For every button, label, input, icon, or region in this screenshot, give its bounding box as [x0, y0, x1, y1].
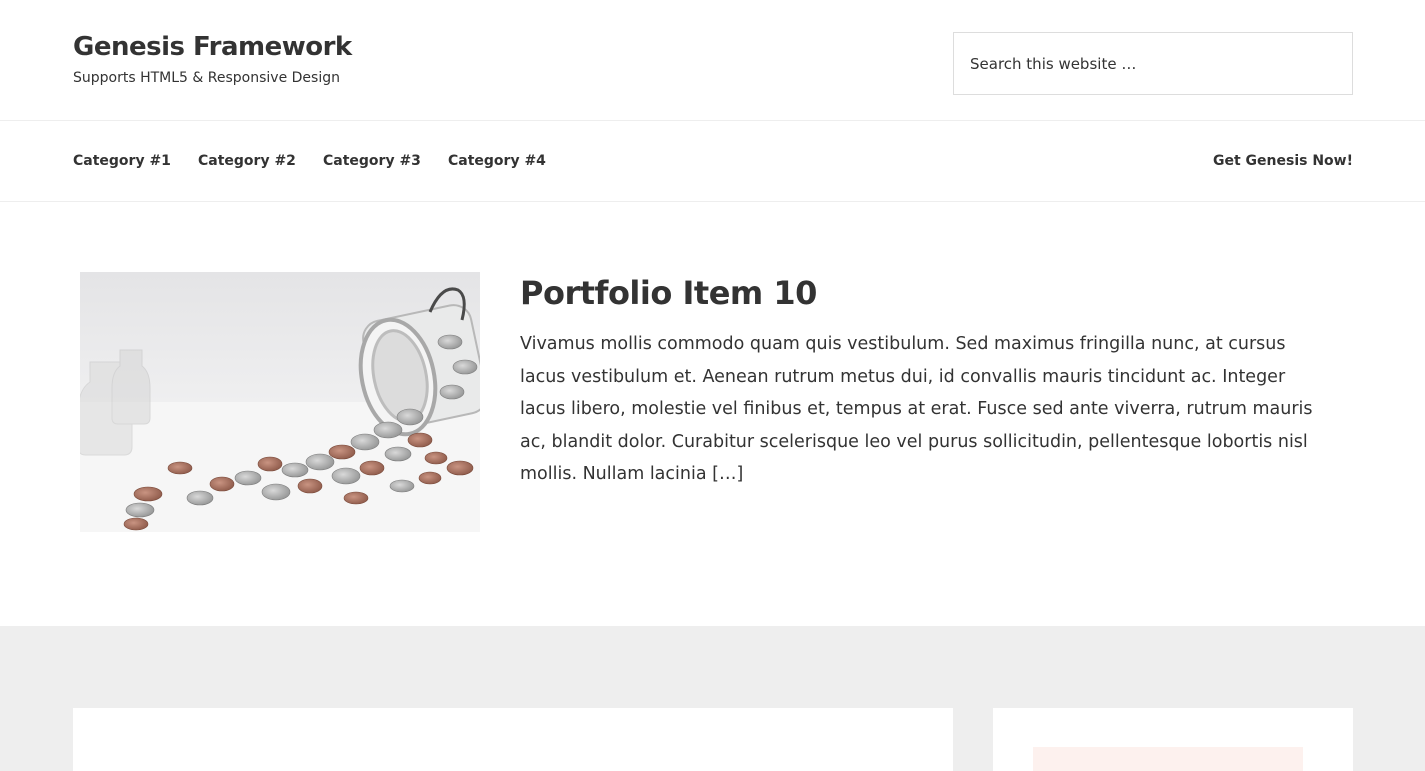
site-title[interactable]: Genesis Framework: [73, 32, 352, 62]
content-area: Portfolio Item 10 Vivamus mollis commodo…: [0, 202, 1425, 626]
nav-item-category-1[interactable]: Category #1: [73, 153, 171, 169]
entry-image[interactable]: [80, 272, 480, 532]
content-card: [73, 708, 953, 771]
search-input[interactable]: [954, 33, 1352, 94]
entry-title[interactable]: Portfolio Item 10: [520, 274, 817, 312]
site-header: Genesis Framework Supports HTML5 & Respo…: [0, 0, 1425, 121]
footer-widgets-area: [0, 626, 1425, 771]
nav-item-get-genesis[interactable]: Get Genesis Now!: [1213, 153, 1353, 169]
entry-excerpt: Vivamus mollis commodo quam quis vestibu…: [520, 334, 1313, 484]
sidebar-card: [993, 708, 1353, 771]
site-description: Supports HTML5 & Responsive Design: [73, 70, 340, 86]
sidebar-image: [1033, 747, 1303, 771]
nav-item-category-4[interactable]: Category #4: [448, 153, 546, 169]
coins-jar-photo-icon: [80, 272, 480, 532]
main-navigation: Category #1 Category #2 Category #3 Cate…: [0, 121, 1425, 202]
nav-item-category-3[interactable]: Category #3: [323, 153, 421, 169]
search-form: [953, 32, 1353, 95]
nav-item-category-2[interactable]: Category #2: [198, 153, 296, 169]
